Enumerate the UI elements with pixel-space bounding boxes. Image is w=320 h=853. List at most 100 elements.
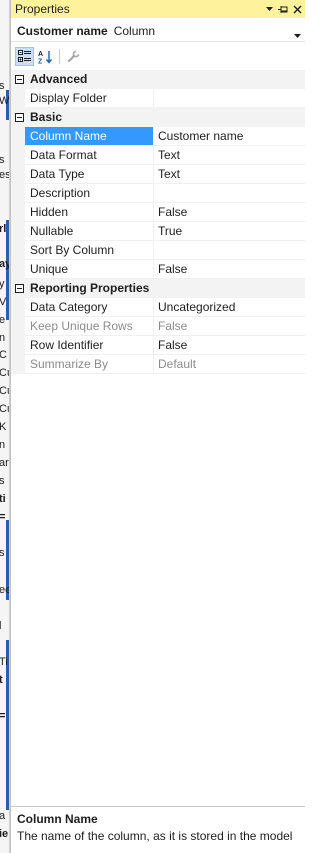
row-gutter — [11, 146, 25, 165]
property-row-nullable[interactable]: Nullable True — [11, 222, 305, 241]
background-text-fragment: s — [0, 80, 9, 92]
property-row-hidden[interactable]: Hidden False — [11, 203, 305, 222]
property-value[interactable]: Text — [154, 146, 305, 165]
row-gutter — [11, 127, 25, 146]
categorized-button[interactable] — [15, 47, 34, 66]
property-name[interactable]: Nullable — [25, 222, 154, 241]
background-window-strip: sWsesrlayyVenCCuCuCuKnarsti=seelTit=aie — [0, 0, 10, 853]
property-row-display-folder[interactable]: Display Folder — [11, 89, 305, 108]
background-text-fragment: ie — [0, 828, 9, 840]
background-text-fragment: Ti — [0, 656, 8, 668]
property-row-sort-by-column[interactable]: Sort By Column — [11, 241, 305, 260]
chevron-down-icon[interactable] — [294, 27, 301, 41]
property-value[interactable] — [154, 89, 305, 108]
properties-titlebar[interactable]: Properties — [11, 0, 305, 18]
properties-toolbar: A Z — [11, 45, 305, 68]
properties-window: Properties Customer name Column A Z Adva… — [10, 0, 305, 853]
property-row-row-identifier[interactable]: Row Identifier False — [11, 336, 305, 355]
dropdown-icon[interactable] — [263, 1, 276, 17]
background-text-fragment: K — [0, 421, 9, 433]
property-value[interactable] — [154, 241, 305, 260]
property-value[interactable] — [154, 184, 305, 203]
property-value[interactable]: False — [154, 336, 305, 355]
background-text-fragment: Cu — [0, 403, 9, 415]
property-row-data-category[interactable]: Data Category Uncategorized — [11, 298, 305, 317]
property-row-data-format[interactable]: Data Format Text — [11, 146, 305, 165]
row-gutter — [11, 165, 25, 184]
category-label: Reporting Properties — [30, 281, 150, 295]
background-text-fragment: s — [0, 154, 9, 166]
background-text-fragment: n — [0, 439, 9, 451]
property-name[interactable]: Data Category — [25, 298, 154, 317]
row-gutter — [11, 260, 25, 279]
svg-text:A: A — [38, 51, 43, 58]
alphabetical-sort-button[interactable]: A Z — [36, 47, 55, 66]
row-gutter — [11, 336, 25, 355]
window-title: Properties — [15, 2, 70, 16]
property-pages-icon — [67, 50, 80, 63]
description-title: Column Name — [17, 812, 98, 826]
property-name[interactable]: Column Name — [25, 127, 154, 146]
property-name[interactable]: Unique — [25, 260, 154, 279]
property-value[interactable]: Uncategorized — [154, 298, 305, 317]
collapse-icon[interactable] — [13, 70, 26, 89]
property-name[interactable]: Display Folder — [25, 89, 154, 108]
property-row-data-type[interactable]: Data Type Text — [11, 165, 305, 184]
collapse-icon[interactable] — [13, 279, 26, 298]
background-text-fragment: ti — [0, 493, 6, 505]
toolbar-separator — [59, 49, 60, 64]
property-value[interactable]: False — [154, 203, 305, 222]
row-gutter — [11, 355, 25, 374]
property-name[interactable]: Description — [25, 184, 154, 203]
background-text-fragment: C — [0, 349, 9, 361]
property-value[interactable]: Customer name — [154, 127, 305, 146]
pin-icon[interactable] — [277, 1, 290, 17]
category-advanced[interactable]: Advanced — [11, 70, 305, 89]
background-text-fragment: Cu — [0, 385, 9, 397]
property-name[interactable]: Row Identifier — [25, 336, 154, 355]
property-name[interactable]: Hidden — [25, 203, 154, 222]
background-text-fragment: y — [0, 278, 9, 290]
background-text-fragment: ay — [0, 258, 9, 270]
row-gutter — [11, 241, 25, 260]
property-value[interactable]: Text — [154, 165, 305, 184]
property-value: False — [154, 317, 305, 336]
object-selector[interactable]: Customer name Column — [11, 20, 305, 42]
categorized-icon — [17, 50, 31, 62]
property-row-description[interactable]: Description — [11, 184, 305, 203]
background-text-fragment: t — [0, 674, 9, 686]
row-gutter — [11, 203, 25, 222]
alphabetical-sort-icon: A Z — [38, 50, 53, 64]
close-icon[interactable] — [291, 1, 304, 17]
background-text-fragment: ee — [0, 584, 9, 596]
background-text-fragment: a — [0, 810, 9, 822]
background-text-fragment: V — [0, 296, 9, 308]
category-reporting-properties[interactable]: Reporting Properties — [11, 279, 305, 298]
background-text-fragment: = — [0, 710, 9, 722]
row-gutter — [11, 317, 25, 336]
property-name[interactable]: Summarize By — [25, 355, 154, 374]
row-gutter — [11, 89, 25, 108]
property-pages-button[interactable] — [64, 47, 83, 66]
category-label: Advanced — [30, 72, 88, 86]
background-text-fragment: s — [0, 547, 9, 559]
background-text-fragment: Cu — [0, 367, 9, 379]
property-name[interactable]: Sort By Column — [25, 241, 154, 260]
property-row-summarize-by[interactable]: Summarize By Default — [11, 355, 305, 374]
property-row-keep-unique-rows[interactable]: Keep Unique Rows False — [11, 317, 305, 336]
category-basic[interactable]: Basic — [11, 108, 305, 127]
property-value[interactable]: False — [154, 260, 305, 279]
row-gutter — [11, 298, 25, 317]
property-row-column-name[interactable]: Column Name Customer name — [11, 127, 305, 146]
row-gutter — [11, 222, 25, 241]
property-name[interactable]: Keep Unique Rows — [25, 317, 154, 336]
collapse-icon[interactable] — [13, 108, 26, 127]
property-value[interactable]: True — [154, 222, 305, 241]
background-text-fragment: l — [0, 620, 9, 632]
background-text-fragment: es — [0, 169, 9, 181]
property-name[interactable]: Data Type — [25, 165, 154, 184]
property-row-unique[interactable]: Unique False — [11, 260, 305, 279]
property-grid: Advanced Display Folder Basic Column Name Cu… — [11, 70, 305, 374]
description-pane: Column Name The name of the column, as i… — [11, 806, 305, 853]
property-name[interactable]: Data Format — [25, 146, 154, 165]
